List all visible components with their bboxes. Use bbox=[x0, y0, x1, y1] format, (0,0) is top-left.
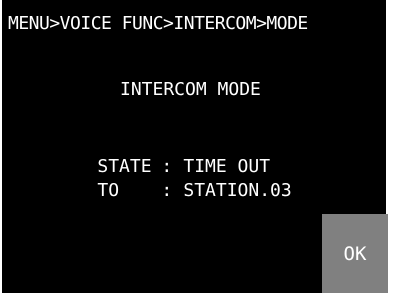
to-separator: : bbox=[161, 180, 173, 201]
to-row: TO: STATION.03 bbox=[54, 158, 292, 224]
ok-button[interactable]: OK bbox=[322, 214, 388, 293]
breadcrumb: MENU>VOICE FUNC>INTERCOM>MODE bbox=[8, 13, 308, 34]
to-value: STATION.03 bbox=[183, 180, 292, 201]
to-label: TO bbox=[97, 180, 120, 201]
page-title: INTERCOM MODE bbox=[120, 79, 261, 100]
